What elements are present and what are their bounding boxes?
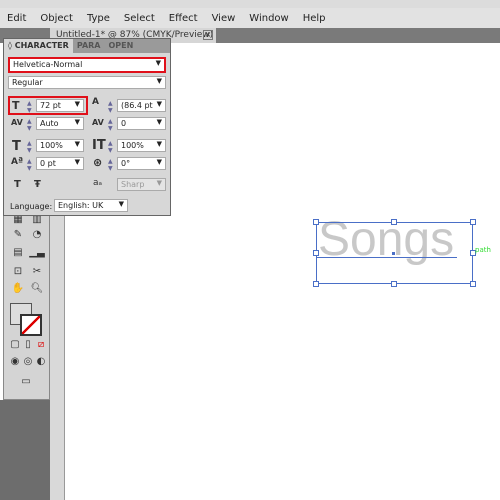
vertical-scale-field[interactable]: 100% ▼ <box>36 139 84 152</box>
language-dropdown[interactable]: English: UK ▼ <box>54 199 128 212</box>
handle[interactable] <box>313 219 319 225</box>
kerning-value: Auto <box>40 119 59 128</box>
chevron-down-icon: ▼ <box>155 59 161 67</box>
underline-icon[interactable]: T <box>14 179 21 190</box>
font-size-stepper[interactable]: ▲ ▼ <box>27 100 32 114</box>
close-icon[interactable]: × <box>203 30 213 40</box>
character-rotation-icon: ⊛ <box>93 156 103 169</box>
slice-tool-icon[interactable]: ✂ <box>29 266 45 280</box>
character-panel: ◊ CHARACTER PARA OPEN Helvetica-Normal ▼ … <box>3 38 171 216</box>
menu-type[interactable]: Type <box>80 13 117 24</box>
font-family-dropdown[interactable]: Helvetica-Normal ▼ <box>8 57 166 73</box>
center-point <box>392 252 395 255</box>
menu-bar: Edit Object Type Select Effect View Wind… <box>0 8 500 28</box>
tracking-value: 0 <box>121 119 127 128</box>
antialias-icon: aₐ <box>93 178 103 188</box>
tab-paragraph[interactable]: PARA <box>73 39 105 53</box>
leading-icon: A <box>92 97 99 107</box>
chevron-down-icon: ▼ <box>74 118 80 126</box>
font-size-value: 72 pt <box>40 101 61 110</box>
hand-tool-icon[interactable]: ✋ <box>10 283 26 297</box>
baseline-shift-field[interactable]: 0 pt ▼ <box>36 157 84 170</box>
screen-mode-icon[interactable]: ▭ <box>18 376 34 390</box>
baseline <box>317 257 457 258</box>
chevron-down-icon: ▼ <box>74 140 80 148</box>
leading-value: (86.4 pt <box>121 101 153 110</box>
eyedropper-tool-icon[interactable]: ✎ <box>10 229 26 243</box>
handle[interactable] <box>391 219 397 225</box>
menu-view[interactable]: View <box>205 13 243 24</box>
vertical-scale-value: 100% <box>40 141 63 150</box>
menu-object[interactable]: Object <box>33 13 80 24</box>
zoom-tool-icon[interactable]: 🔍︎ <box>29 283 45 297</box>
leading-stepper[interactable]: ▲ ▼ <box>108 100 113 114</box>
stroke-swatch[interactable] <box>20 314 42 336</box>
chevron-down-icon: ▼ <box>156 100 162 108</box>
baseline-shift-icon: Aª <box>11 157 24 167</box>
vertical-scale-icon: T <box>12 139 21 154</box>
font-size-field[interactable]: 72 pt ▼ <box>36 99 84 112</box>
workspace-background <box>0 400 50 500</box>
tracking-icon: AV <box>92 118 104 127</box>
graph-tool-icon[interactable]: ▁▃ <box>29 247 45 261</box>
blend-tool-icon[interactable]: ◔ <box>29 229 45 243</box>
font-size-icon: T <box>12 99 20 112</box>
rotation-stepper[interactable]: ▲ ▼ <box>108 158 113 172</box>
rotation-field[interactable]: 0° ▼ <box>117 157 166 170</box>
handle[interactable] <box>470 219 476 225</box>
tracking-stepper[interactable]: ▲ ▼ <box>108 118 113 132</box>
font-style-value: Regular <box>12 78 43 87</box>
handle[interactable] <box>470 281 476 287</box>
kerning-icon: AV <box>11 118 23 127</box>
menu-edit[interactable]: Edit <box>0 13 33 24</box>
font-family-value: Helvetica-Normal <box>13 60 83 69</box>
chevron-down-icon: ▼ <box>118 200 124 208</box>
kerning-field[interactable]: Auto ▼ <box>36 117 84 130</box>
handle[interactable] <box>313 281 319 287</box>
antialias-dropdown[interactable]: Sharp ▼ <box>117 178 166 191</box>
menu-effect[interactable]: Effect <box>162 13 205 24</box>
tracking-field[interactable]: 0 ▼ <box>117 117 166 130</box>
handle[interactable] <box>313 250 319 256</box>
vertical-scale-stepper[interactable]: ▲ ▼ <box>27 140 32 154</box>
leading-field[interactable]: (86.4 pt ▼ <box>117 99 166 112</box>
handle[interactable] <box>391 281 397 287</box>
tab-opentype[interactable]: OPEN <box>104 39 137 53</box>
tab-character[interactable]: ◊ CHARACTER <box>4 39 73 53</box>
chevron-down-icon: ▼ <box>156 179 162 187</box>
symbol-sprayer-icon[interactable]: ▤ <box>10 247 26 261</box>
chevron-down-icon: ▼ <box>156 158 162 166</box>
language-value: English: UK <box>58 201 104 210</box>
antialias-value: Sharp <box>121 180 145 189</box>
chevron-down-icon: ▼ <box>74 100 80 108</box>
title-strip <box>0 0 500 8</box>
mesh-tool-icon[interactable]: ▥ <box>29 214 45 228</box>
chevron-down-icon: ▼ <box>74 158 80 166</box>
rotation-value: 0° <box>121 159 131 168</box>
none-mode-icon[interactable]: ⧄ <box>33 339 49 353</box>
chevron-down-icon: ▼ <box>156 118 162 126</box>
language-label: Language: <box>10 202 53 211</box>
horizontal-scale-stepper[interactable]: ▲ ▼ <box>108 140 113 154</box>
font-style-dropdown[interactable]: Regular ▼ <box>8 76 166 89</box>
chevron-down-icon: ▼ <box>156 140 162 148</box>
chevron-down-icon: ▼ <box>156 77 162 85</box>
horizontal-scale-value: 100% <box>121 141 144 150</box>
kerning-stepper[interactable]: ▲ ▼ <box>27 118 32 132</box>
draw-inside-icon[interactable]: ◐ <box>33 356 49 370</box>
smart-guide-label: path <box>475 246 491 254</box>
menu-help[interactable]: Help <box>296 13 333 24</box>
horizontal-scale-field[interactable]: 100% ▼ <box>117 139 166 152</box>
gradient-tool-icon[interactable]: ▦ <box>10 214 26 228</box>
baseline-shift-value: 0 pt <box>40 159 56 168</box>
strikethrough-icon[interactable]: Ŧ <box>34 179 41 190</box>
menu-select[interactable]: Select <box>117 13 162 24</box>
menu-window[interactable]: Window <box>242 13 295 24</box>
baseline-shift-stepper[interactable]: ▲ ▼ <box>27 158 32 172</box>
horizontal-scale-icon: IT <box>92 138 106 153</box>
artboard-tool-icon[interactable]: ⊡ <box>10 266 26 280</box>
